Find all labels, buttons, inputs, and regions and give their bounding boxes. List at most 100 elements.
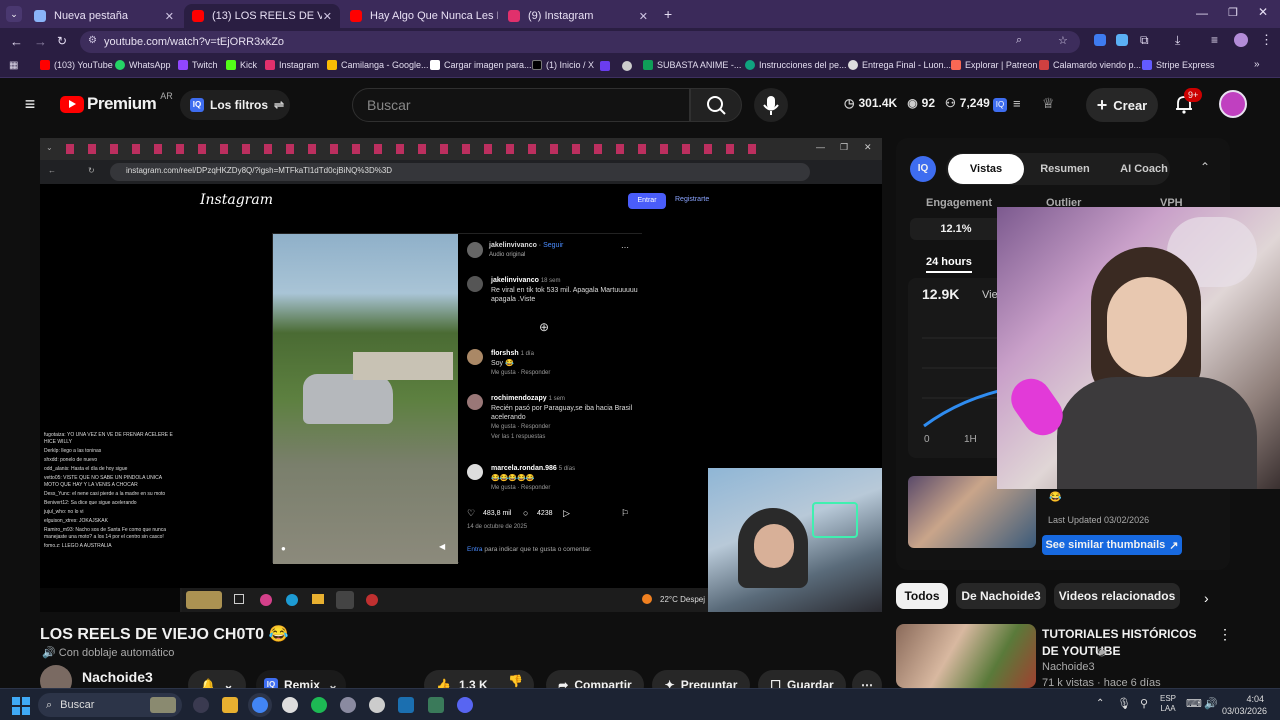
more-bookmarks-icon[interactable]: » [1254,59,1260,70]
channel-name[interactable]: Nachoide3 [82,669,153,685]
tab-search-button[interactable]: ⌄ [6,6,22,22]
chevron-up-icon[interactable]: ⌃ [1096,698,1104,709]
trophy-icon[interactable]: ♕ [1042,95,1055,112]
back-icon[interactable]: ← [10,34,23,49]
apps-grid-icon[interactable]: ▦ [9,60,18,71]
minimize-button[interactable]: — [1196,6,1208,20]
bookmark-stripe[interactable]: Stripe Express [1142,60,1215,70]
iq-icon[interactable]: IQ [993,98,1007,112]
settings-icon[interactable] [369,697,385,713]
forward-icon[interactable]: → [34,34,47,49]
bookmark-patreon[interactable]: Explorar | Patreon [951,60,1037,70]
related-title[interactable]: TUTORIALES HISTÓRICOS DE YOUTUBE [1042,626,1202,660]
list-icon[interactable]: ≡ [1013,96,1021,111]
tab-youtube-2[interactable]: Hay Algo Que Nunca Les Dije ✕ [342,4,498,28]
more-vert-icon[interactable]: ⋮ [1218,626,1232,643]
comment-icon: ○ [523,508,529,518]
bookmark-subasta[interactable]: SUBASTA ANIME -... [643,60,741,70]
related-thumbnail[interactable] [896,624,1036,688]
chevron-up-icon[interactable]: ⌃ [1200,160,1210,174]
chip-related[interactable]: Videos relacionados [1054,583,1180,609]
bookmark-entrega-final[interactable]: Entrega Final - Luon... [848,60,951,70]
bookmark-icon[interactable] [600,61,610,71]
bookmark-instagram[interactable]: Instagram [265,60,319,70]
taskbar-search[interactable]: ⌕ Buscar [38,693,182,717]
period-tab-24h[interactable]: 24 hours [926,256,972,273]
chip-todos[interactable]: Todos [896,583,948,609]
bookmark-x[interactable]: (1) Inicio / X [532,60,594,70]
volume-icon[interactable]: 🔊 [1204,697,1218,710]
menu-list-icon[interactable]: ≡ [1211,33,1218,47]
app-icon[interactable] [428,697,444,713]
close-window-button[interactable]: ✕ [1258,5,1268,19]
video-player[interactable]: ⌄ — ❐ ✕ ← ↻ instagram.com/reel/DPzqHKZDy… [40,138,882,612]
youtube-icon [350,10,362,22]
create-button[interactable]: + Crear [1086,88,1158,122]
hamburger-menu-icon[interactable]: ≡ [20,94,40,114]
search-button[interactable] [690,88,742,122]
filters-button[interactable]: IQ Los filtros ⇌ [180,90,290,120]
bookmark-youtube[interactable]: (103) YouTube [40,60,113,70]
bookmark-upload-image[interactable]: Cargar imagen para... [430,60,532,70]
related-channel: Nachoide3 [1042,661,1095,673]
clock[interactable]: 4:04 03/03/2026 [1222,693,1267,717]
youtube-logo[interactable]: Premium AR [60,91,173,114]
tab-new-tab[interactable]: Nueva pestaña ✕ [26,4,182,28]
reload-icon[interactable]: ↻ [57,34,67,48]
network-icon[interactable]: ⌨ [1186,697,1202,710]
extension-icon[interactable] [1116,34,1128,46]
thumbs-down-icon[interactable]: 👎 [508,674,523,688]
search-input[interactable]: Buscar [352,88,690,122]
bookmark-calamardo[interactable]: Calamardo viendo p... [1039,60,1141,70]
tab-resumen[interactable]: Resumen [1028,154,1102,184]
verified-icon: ◉ [1097,646,1107,658]
chevron-right-icon[interactable]: › [1204,590,1209,606]
comment-2: florshsh 1 día Soy 😂 Me gusta · Responder [467,349,637,379]
bookmark-icon[interactable] [622,61,632,71]
restore-button[interactable]: ❐ [1228,6,1238,19]
copilot-icon[interactable] [193,697,209,713]
zoom-icon[interactable]: ⌕ [1016,34,1022,47]
similar-thumbnails-button[interactable]: See similar thumbnails ↗ [1042,535,1182,555]
site-info-icon[interactable]: ⚙ [88,35,97,46]
tab-instagram[interactable]: (9) Instagram ✕ [500,4,656,28]
new-tab-button[interactable]: + [664,6,672,22]
bookmark-twitch[interactable]: Twitch [178,60,218,70]
chrome-icon[interactable] [252,697,268,713]
address-bar[interactable]: ⚙ youtube.com/watch?v=tEjORR3xkZo ⌕ ☆ [80,31,1080,53]
discord-icon[interactable] [457,697,473,713]
star-icon[interactable]: ☆ [1058,34,1068,47]
chip-channel[interactable]: De Nachoide3 [956,583,1046,609]
browser-menu-icon[interactable]: ⋮ [1260,32,1273,48]
bookmark-instrucciones[interactable]: Instrucciones del pe... [745,60,847,70]
bookmark-whatsapp[interactable]: WhatsApp [115,60,171,70]
mic-tray-icon[interactable]: 🎙 [1117,697,1131,710]
account-avatar[interactable] [1219,90,1247,118]
tab-ai-coach[interactable]: AI Coach [1106,154,1182,184]
house-shape [353,352,453,380]
close-tab-icon[interactable]: ✕ [165,10,174,23]
close-tab-icon[interactable]: ✕ [323,10,332,23]
download-icon[interactable]: ⤓ [1175,33,1180,48]
close-tab-icon[interactable]: ✕ [639,10,648,23]
steam-icon[interactable] [398,697,414,713]
profile-avatar[interactable] [1234,33,1248,47]
notifications-button[interactable]: 9+ [1172,88,1203,116]
spotify-icon[interactable] [311,697,327,713]
bookmark-google-drive[interactable]: Camilanga - Google... [327,60,429,70]
extensions-puzzle-icon[interactable]: ⧉ [1140,33,1149,48]
windows-start-icon[interactable] [12,697,30,715]
location-tray-icon[interactable]: ⚲ [1140,697,1148,710]
extension-icon[interactable] [1094,34,1106,46]
obs-icon[interactable] [282,697,298,713]
tab-youtube-active[interactable]: (13) LOS REELS DE VIEJO CH ✕ [184,4,340,28]
bookmark-kick[interactable]: Kick [226,60,257,70]
guest-webcam [997,207,1280,489]
tab-vistas[interactable]: Vistas [948,154,1024,184]
language-indicator[interactable]: ESP LAA [1160,694,1176,714]
browser-nav-bar: ← → ↻ ⚙ youtube.com/watch?v=tEjORR3xkZo … [0,28,1280,56]
file-explorer-icon[interactable] [222,697,238,713]
app-icon[interactable] [340,697,356,713]
reel-image: ● ◀ [273,234,458,564]
voice-search-button[interactable] [754,88,788,122]
